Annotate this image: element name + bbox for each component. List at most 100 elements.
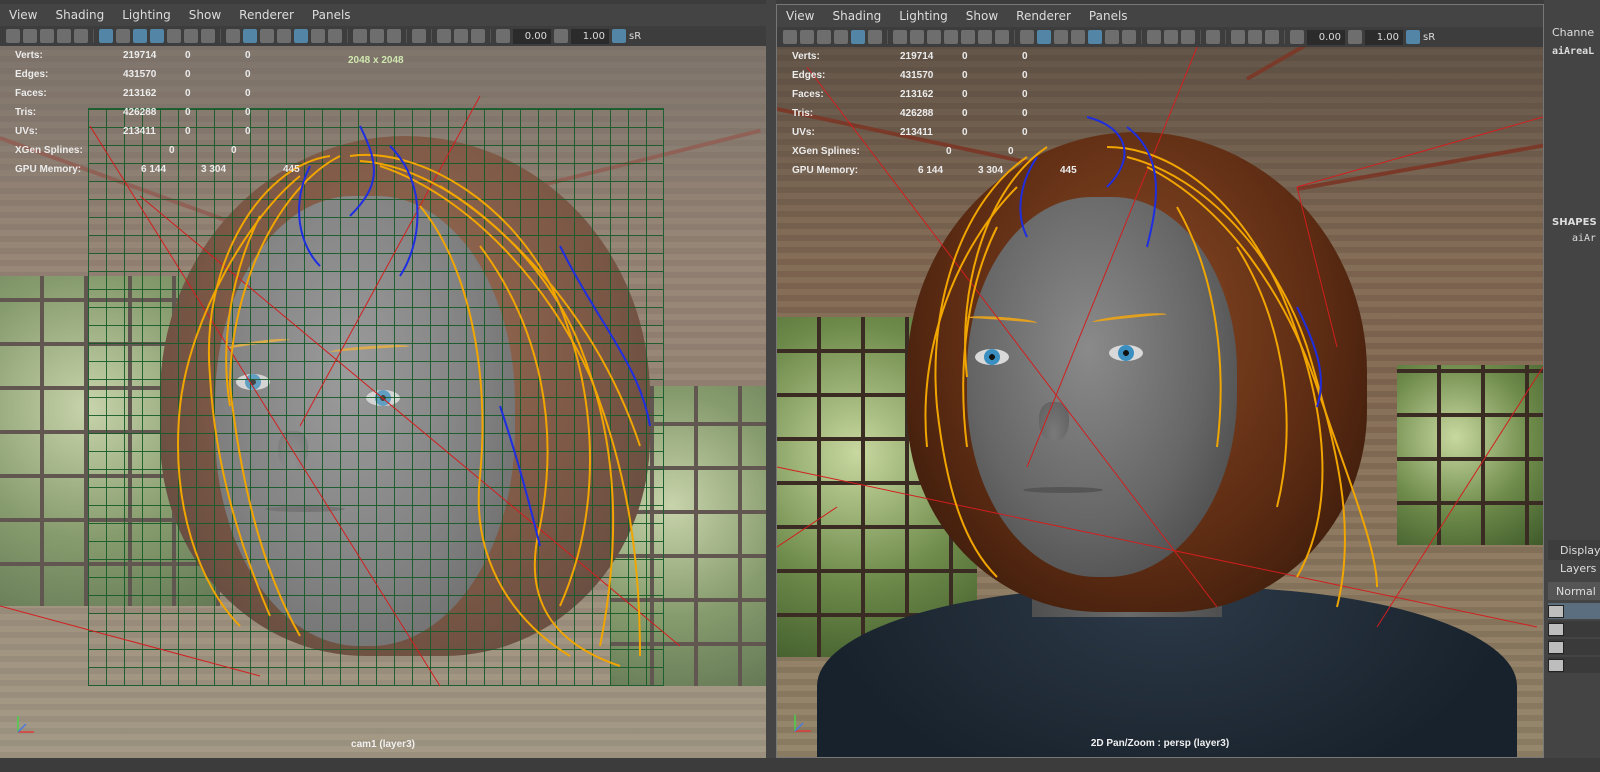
exposure-icon[interactable]	[496, 29, 510, 43]
xray-icon[interactable]	[1231, 30, 1245, 44]
selected-object-name[interactable]: aiAreaL	[1552, 46, 1594, 57]
ambient-occlusion-icon[interactable]	[353, 29, 367, 43]
menu-show[interactable]: Show	[180, 8, 230, 22]
exposure-field[interactable]: 0.00	[513, 28, 551, 44]
resolution-gate-icon[interactable]	[133, 29, 147, 43]
shadows-icon[interactable]	[328, 29, 342, 43]
colorspace-label[interactable]: sR	[629, 31, 641, 42]
wireframe-on-shaded-icon[interactable]	[277, 29, 291, 43]
field-chart-icon[interactable]	[961, 30, 975, 44]
smooth-shade-icon[interactable]	[243, 29, 257, 43]
hud-row-tris: Tris: 426288 0 0	[15, 103, 335, 122]
menu-shading[interactable]: Shading	[46, 8, 113, 22]
menu-show[interactable]: Show	[957, 9, 1007, 23]
smooth-shade-icon[interactable]	[1037, 30, 1051, 44]
color-management-icon[interactable]	[1406, 30, 1420, 44]
shadows-icon[interactable]	[1122, 30, 1136, 44]
film-gate-icon[interactable]	[116, 29, 130, 43]
grease-pencil-icon[interactable]	[868, 30, 882, 44]
layers-menu[interactable]: Layers	[1560, 562, 1596, 575]
camera-attributes-icon[interactable]	[800, 30, 814, 44]
menu-shading[interactable]: Shading	[823, 9, 890, 23]
gate-mask-icon[interactable]	[944, 30, 958, 44]
xray-joints-icon[interactable]	[1248, 30, 1262, 44]
anti-aliasing-icon[interactable]	[1181, 30, 1195, 44]
colorspace-label[interactable]: sR	[1423, 32, 1435, 43]
shape-node-name[interactable]: aiAr	[1572, 233, 1596, 244]
xray-joints-icon[interactable]	[454, 29, 468, 43]
exposure-icon[interactable]	[1290, 30, 1304, 44]
image-plane-icon[interactable]	[57, 29, 71, 43]
left-viewport[interactable]: View Shading Lighting Show Renderer Pane…	[0, 4, 766, 758]
menu-panels[interactable]: Panels	[303, 8, 360, 22]
film-gate-icon[interactable]	[910, 30, 924, 44]
right-scene[interactable]: Verts: 219714 0 0 Edges: 431570 0 0 Faces: 2131…	[777, 47, 1543, 757]
gamma-field[interactable]: 1.00	[1365, 29, 1403, 45]
gate-mask-icon[interactable]	[150, 29, 164, 43]
grid-icon[interactable]	[893, 30, 907, 44]
camera-select-icon[interactable]	[783, 30, 797, 44]
anti-aliasing-icon[interactable]	[387, 29, 401, 43]
camera-attributes-icon[interactable]	[23, 29, 37, 43]
menu-view[interactable]: View	[0, 8, 46, 22]
textured-icon[interactable]	[1088, 30, 1102, 44]
resolution-gate-icon[interactable]	[927, 30, 941, 44]
wireframe-icon[interactable]	[226, 29, 240, 43]
image-plane-icon[interactable]	[834, 30, 848, 44]
motion-blur-icon[interactable]	[1164, 30, 1178, 44]
menu-panels[interactable]: Panels	[1080, 9, 1137, 23]
layer-visibility-icon[interactable]	[1548, 605, 1564, 618]
grid-icon[interactable]	[99, 29, 113, 43]
gamma-field[interactable]: 1.00	[571, 28, 609, 44]
menu-lighting[interactable]: Lighting	[113, 8, 180, 22]
hair-guide-curves	[924, 146, 1378, 608]
safe-action-icon[interactable]	[978, 30, 992, 44]
gamma-icon[interactable]	[554, 29, 568, 43]
menu-renderer[interactable]: Renderer	[230, 8, 303, 22]
hud-value: 431570	[900, 70, 934, 81]
bookmark-icon[interactable]	[40, 29, 54, 43]
safe-title-icon[interactable]	[201, 29, 215, 43]
menu-renderer[interactable]: Renderer	[1007, 9, 1080, 23]
panel-divider[interactable]	[766, 0, 776, 772]
safe-action-icon[interactable]	[184, 29, 198, 43]
left-scene[interactable]: 2048 x 2048 Verts: 219714 0 0 Edges: 431570 0…	[0, 46, 766, 758]
menu-lighting[interactable]: Lighting	[890, 9, 957, 23]
menu-view[interactable]: View	[777, 9, 823, 23]
field-chart-icon[interactable]	[167, 29, 181, 43]
motion-blur-icon[interactable]	[370, 29, 384, 43]
hud-value: 0	[962, 127, 968, 138]
layer-visibility-icon[interactable]	[1548, 641, 1564, 654]
layer-visibility-icon[interactable]	[1548, 659, 1564, 672]
pan-zoom-icon[interactable]	[851, 30, 865, 44]
exposure-field[interactable]: 0.00	[1307, 29, 1345, 45]
isolate-select-icon[interactable]	[412, 29, 426, 43]
default-material-icon[interactable]	[1054, 30, 1068, 44]
backface-culling-icon[interactable]	[471, 29, 485, 43]
gamma-icon[interactable]	[1348, 30, 1362, 44]
layer-visibility-icon[interactable]	[1548, 623, 1564, 636]
isolate-select-icon[interactable]	[1206, 30, 1220, 44]
color-management-icon[interactable]	[612, 29, 626, 43]
wireframe-on-shaded-icon[interactable]	[1071, 30, 1085, 44]
hud-label: UVs:	[15, 126, 38, 137]
hud-label: GPU Memory:	[792, 165, 859, 176]
wireframe-icon[interactable]	[1020, 30, 1034, 44]
hud-label: Verts:	[792, 51, 820, 62]
blend-mode-dropdown[interactable]: Normal	[1556, 585, 1596, 598]
grease-pencil-icon[interactable]	[74, 29, 88, 43]
camera-select-icon[interactable]	[6, 29, 20, 43]
channel-box-title[interactable]: Channe	[1552, 26, 1594, 39]
safe-title-icon[interactable]	[995, 30, 1009, 44]
use-all-lights-icon[interactable]	[311, 29, 325, 43]
right-viewport[interactable]: View Shading Lighting Show Renderer Pane…	[776, 4, 1544, 758]
bookmark-icon[interactable]	[817, 30, 831, 44]
display-tab[interactable]: Display	[1560, 544, 1600, 557]
default-material-icon[interactable]	[260, 29, 274, 43]
hud-value: 0	[1008, 146, 1014, 157]
backface-culling-icon[interactable]	[1265, 30, 1279, 44]
xray-icon[interactable]	[437, 29, 451, 43]
textured-icon[interactable]	[294, 29, 308, 43]
use-all-lights-icon[interactable]	[1105, 30, 1119, 44]
ambient-occlusion-icon[interactable]	[1147, 30, 1161, 44]
